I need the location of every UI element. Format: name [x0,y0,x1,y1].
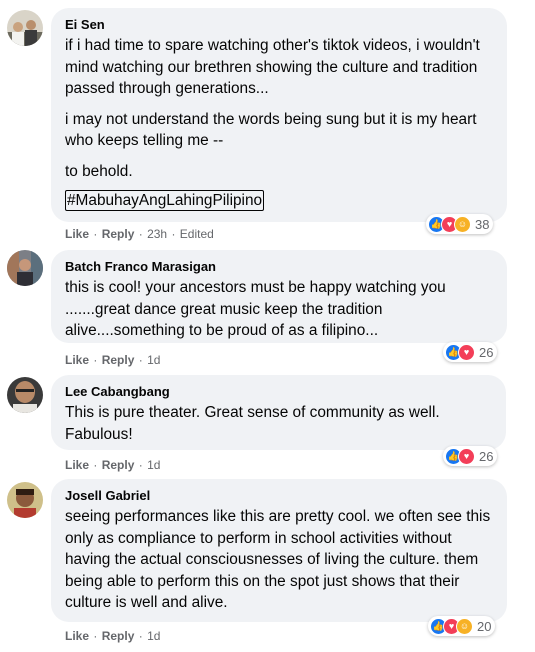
avatar[interactable] [7,10,43,46]
comment-text: This is pure theater. Great sense of com… [65,404,440,443]
like-button[interactable]: Like [65,458,89,472]
comment-actions: Like · Reply · 23h · Edited [65,227,214,241]
love-icon: ♥ [458,447,475,465]
comment-text: seeing performances like this are pretty… [65,508,491,611]
comment-text: this is cool! your ancestors must be hap… [65,279,446,339]
reaction-count: 26 [479,448,494,464]
care-icon: ☺ [456,617,473,635]
reaction-summary[interactable]: 👍 ♥ 26 [443,446,498,466]
like-button[interactable]: Like [65,227,89,241]
comment-author[interactable]: Josell Gabriel [65,487,494,504]
comment-actions: Like · Reply · 1d [65,458,161,472]
reply-button[interactable]: Reply [102,227,135,241]
avatar[interactable] [7,250,43,286]
avatar[interactable] [7,482,43,518]
comment-text: if i had time to spare watching other's … [65,37,480,97]
comment-bubble: Ei Sen if i had time to spare watching o… [51,8,507,222]
love-icon: ♥ [458,343,475,361]
reaction-count: 38 [475,216,490,232]
comment-timestamp[interactable]: 23h [147,227,167,241]
comment-bubble: Josell Gabriel seeing performances like … [51,479,507,622]
care-icon: ☺ [454,215,471,233]
reply-button[interactable]: Reply [102,353,135,367]
reaction-summary[interactable]: 👍 ♥ ☺ 38 [426,214,494,234]
comment-author[interactable]: Batch Franco Marasigan [65,258,494,275]
comment-text: i may not understand the words being sun… [65,110,477,150]
reaction-count: 20 [477,618,492,634]
like-button[interactable]: Like [65,353,89,367]
comment-actions: Like · Reply · 1d [65,353,161,367]
reply-button[interactable]: Reply [102,458,135,472]
reaction-summary[interactable]: 👍 ♥ 26 [443,342,498,362]
comment-text: to behold. [65,162,133,180]
comment-timestamp[interactable]: 1d [147,629,160,643]
comment-timestamp[interactable]: 1d [147,458,160,472]
comment-bubble: Lee Cabangbang This is pure theater. Gre… [51,375,506,450]
edited-label: Edited [179,227,214,241]
like-button[interactable]: Like [65,629,89,643]
avatar[interactable] [7,377,43,413]
reply-button[interactable]: Reply [102,629,135,643]
comment-timestamp[interactable]: 1d [147,353,160,367]
comment-author[interactable]: Ei Sen [65,16,494,33]
reaction-count: 26 [479,344,494,360]
comment-actions: Like · Reply · 1d [65,629,161,643]
comment-bubble: Batch Franco Marasigan this is cool! you… [51,250,507,343]
reaction-summary[interactable]: 👍 ♥ ☺ 20 [428,616,496,636]
hashtag-link[interactable]: #MabuhayAngLahingPilipino [65,190,265,211]
comment-author[interactable]: Lee Cabangbang [65,383,493,400]
